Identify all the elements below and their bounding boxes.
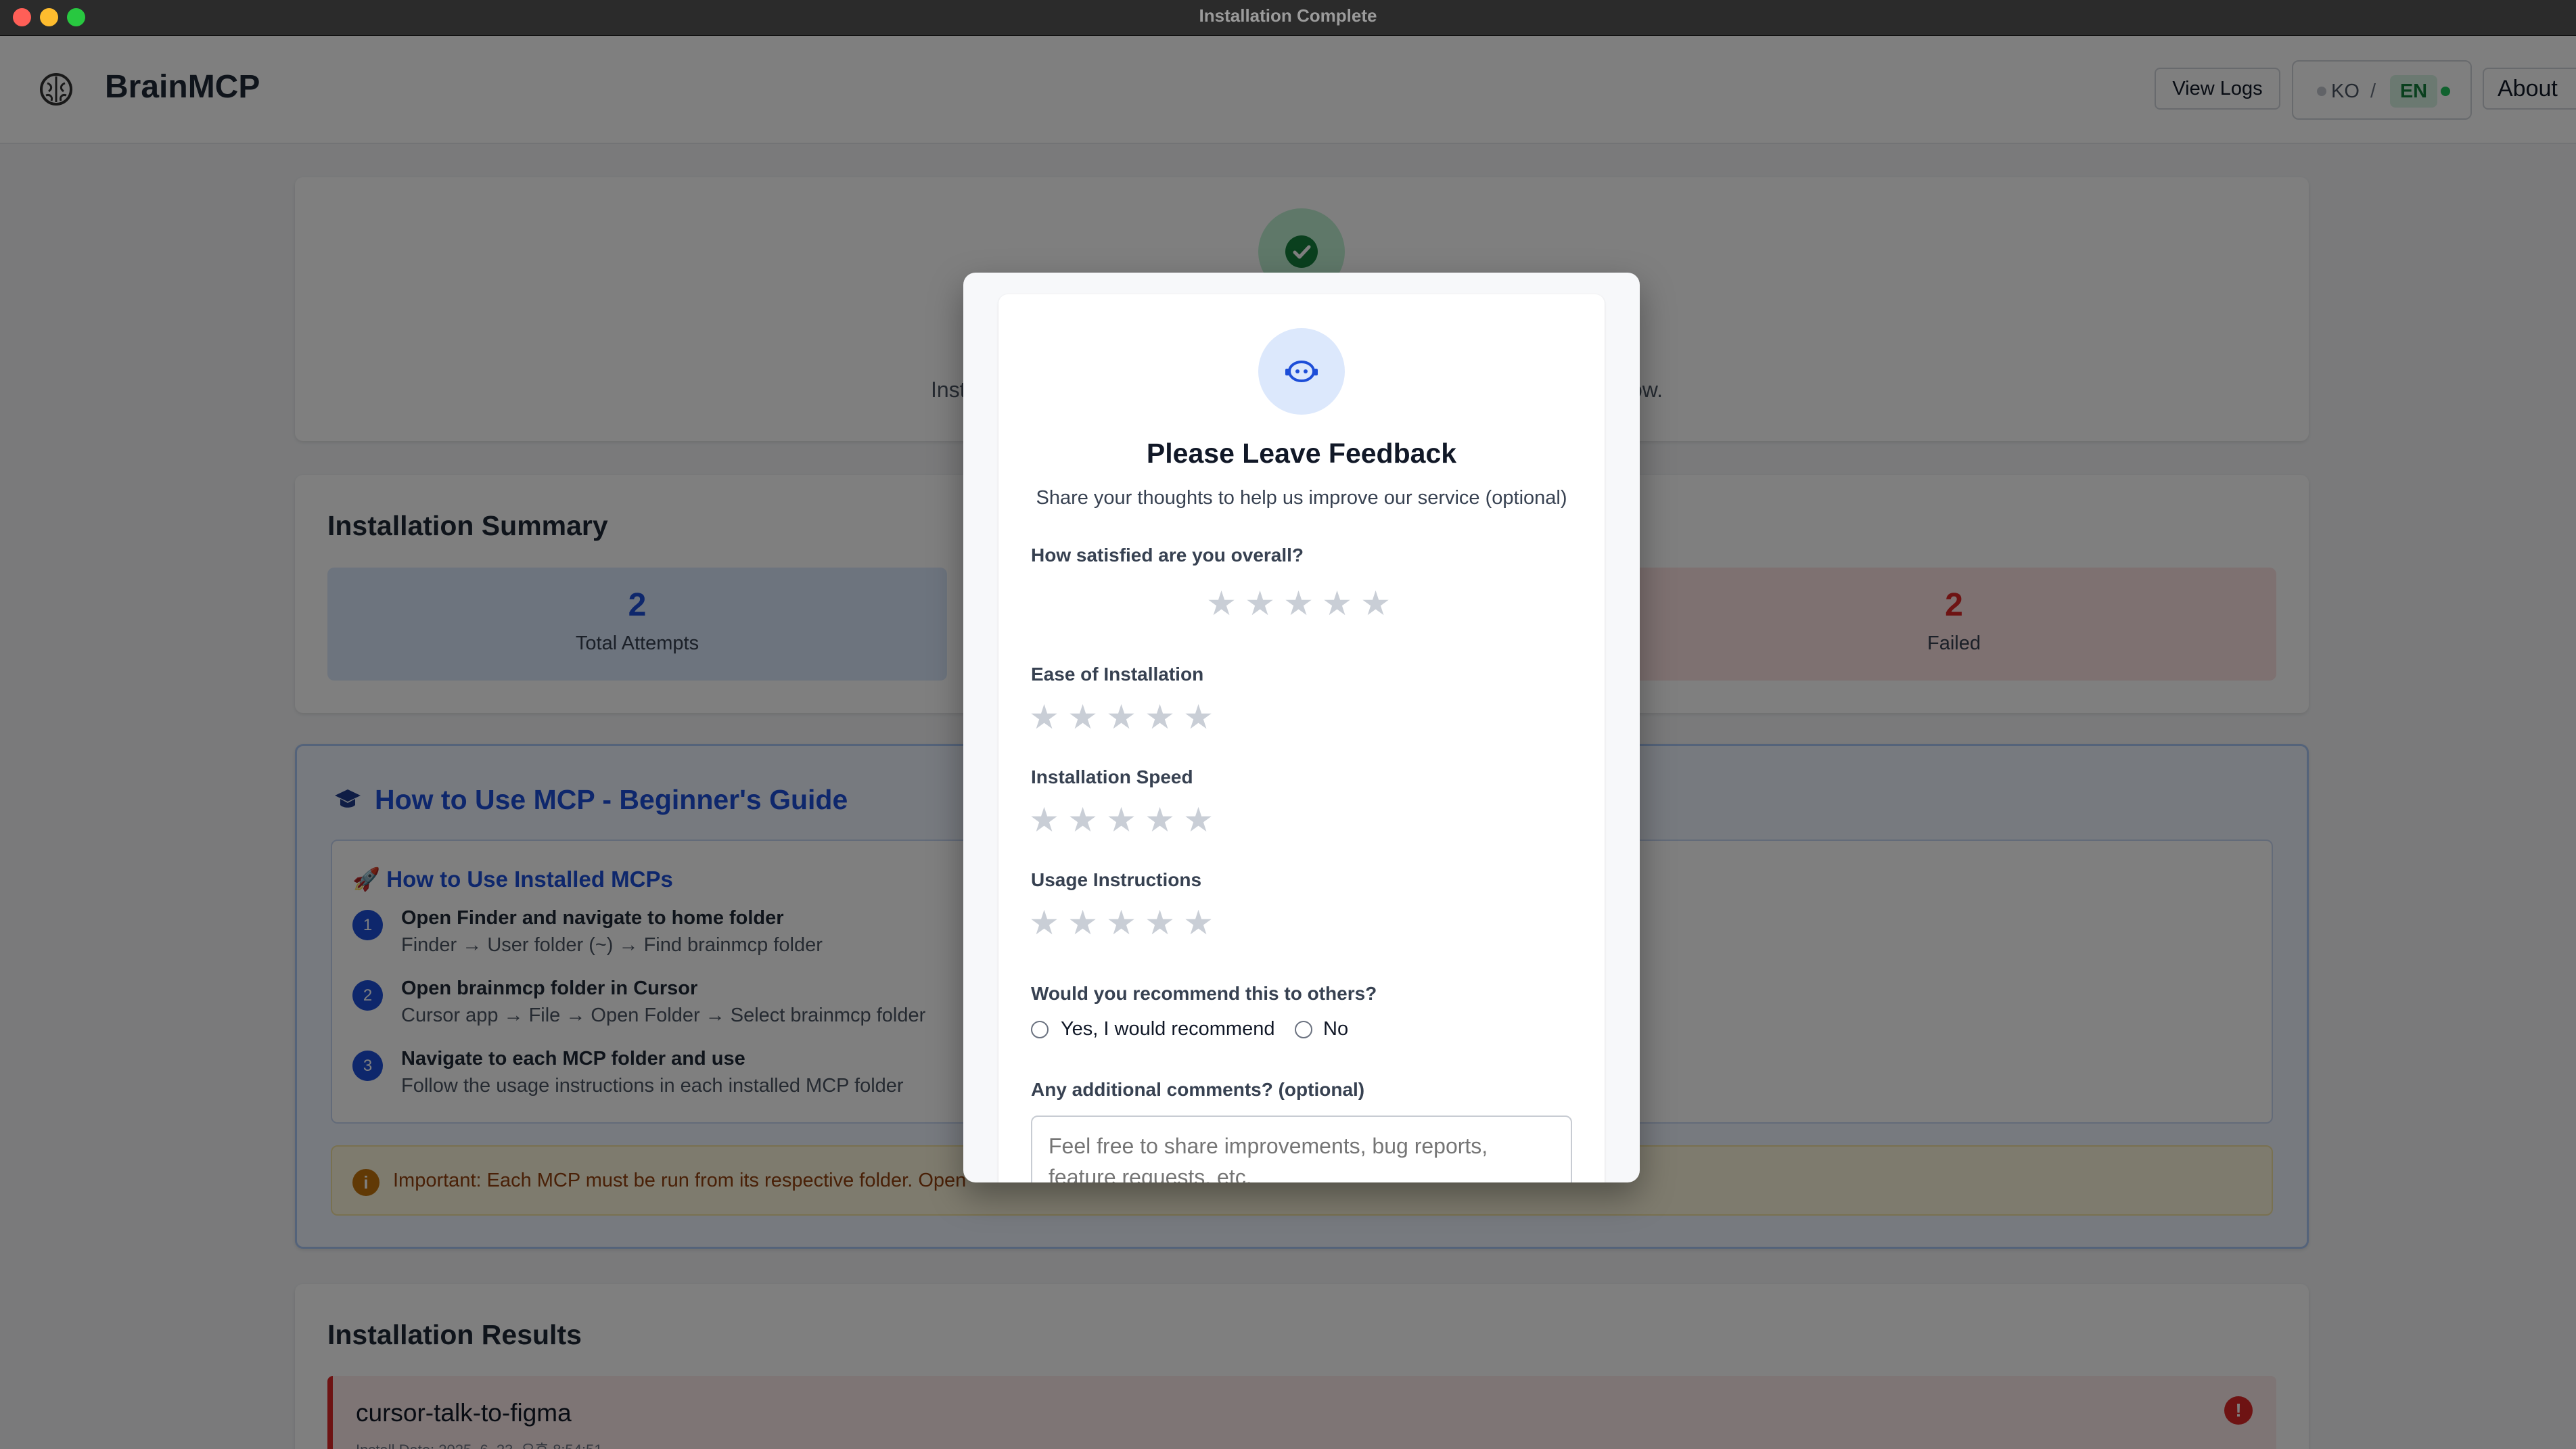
window-title: Installation Complete [1199,5,1377,26]
feedback-title: Please Leave Feedback [1146,438,1457,469]
star-icon[interactable]: ★ [1244,586,1276,620]
star-icon[interactable]: ★ [1182,906,1214,940]
star-icon[interactable]: ★ [1105,803,1137,837]
ease-question: Ease of Installation [1031,664,1204,685]
star-icon[interactable]: ★ [1360,586,1392,620]
ease-rating[interactable]: ★ ★ ★ ★ ★ [1028,700,1214,734]
feedback-modal: Please Leave Feedback Share your thought… [963,273,1640,1182]
title-bar: Installation Complete [0,0,2576,36]
star-icon[interactable]: ★ [1144,906,1176,940]
overall-rating[interactable]: ★ ★ ★ ★ ★ [1205,586,1392,620]
star-icon[interactable]: ★ [1028,906,1060,940]
star-icon[interactable]: ★ [1067,700,1099,734]
overall-question: How satisfied are you overall? [1031,545,1304,566]
recommend-yes-radio[interactable] [1031,1021,1049,1038]
star-icon[interactable]: ★ [1321,586,1353,620]
speed-rating[interactable]: ★ ★ ★ ★ ★ [1028,803,1214,837]
star-icon[interactable]: ★ [1067,803,1099,837]
recommend-question: Would you recommend this to others? [1031,983,1377,1004]
star-icon[interactable]: ★ [1028,803,1060,837]
star-icon[interactable]: ★ [1028,700,1060,734]
star-icon[interactable]: ★ [1105,700,1137,734]
feedback-form: Please Leave Feedback Share your thought… [998,294,1605,1182]
star-icon[interactable]: ★ [1205,586,1237,620]
star-icon[interactable]: ★ [1105,906,1137,940]
star-icon[interactable]: ★ [1182,803,1214,837]
star-icon[interactable]: ★ [1283,586,1314,620]
comments-question: Any additional comments? (optional) [1031,1079,1365,1100]
recommend-no-radio[interactable] [1295,1021,1312,1038]
recommend-no-label[interactable]: No [1323,1018,1348,1040]
chat-bot-icon [1258,328,1345,415]
star-icon[interactable]: ★ [1182,700,1214,734]
speed-question: Installation Speed [1031,766,1193,787]
recommend-yes-label[interactable]: Yes, I would recommend [1061,1018,1274,1040]
comments-textarea[interactable] [1031,1116,1572,1182]
usage-question: Usage Instructions [1031,869,1202,890]
usage-rating[interactable]: ★ ★ ★ ★ ★ [1028,906,1214,940]
star-icon[interactable]: ★ [1144,700,1176,734]
feedback-subtitle: Share your thoughts to help us improve o… [1036,487,1567,509]
star-icon[interactable]: ★ [1067,906,1099,940]
star-icon[interactable]: ★ [1144,803,1176,837]
